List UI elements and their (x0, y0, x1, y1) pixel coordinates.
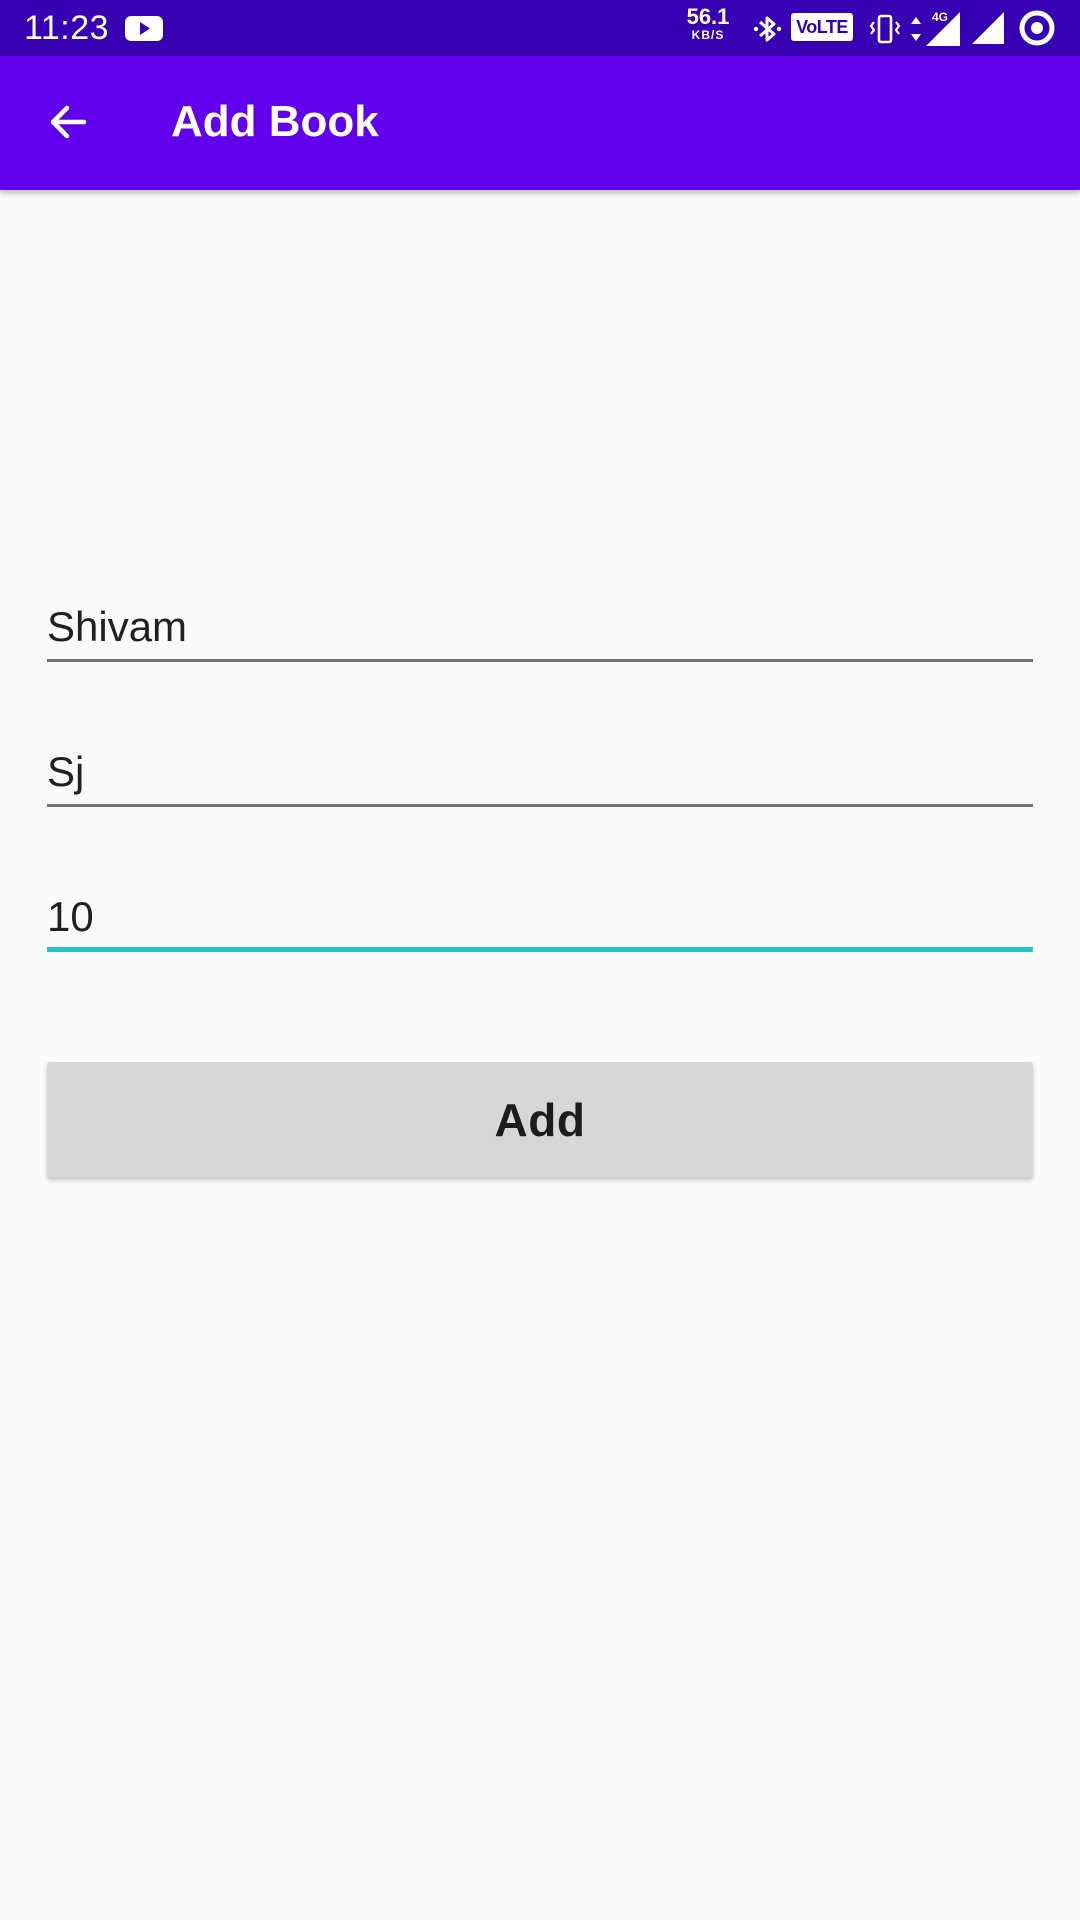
network-speed-value: 56.1 (686, 4, 730, 29)
field-underline-focused (47, 947, 1033, 952)
author-field[interactable] (47, 737, 1033, 807)
status-bar: 11:23 56.1 KB/S VoLTE 4G (0, 0, 1080, 56)
app-bar: Add Book (0, 56, 1080, 190)
youtube-icon (125, 16, 163, 41)
back-button[interactable] (28, 82, 108, 162)
quantity-field[interactable] (47, 882, 1033, 952)
author-input[interactable] (47, 737, 1033, 807)
volte-icon: VoLTE (791, 13, 853, 41)
vibrate-icon (869, 14, 901, 44)
arrow-back-icon (50, 105, 87, 139)
network-type-label: 4G (932, 10, 948, 24)
network-speed: 56.1 KB/S (676, 4, 740, 43)
signal-icon (972, 12, 1004, 44)
add-button[interactable]: Add (47, 1062, 1033, 1177)
field-underline (47, 659, 1033, 662)
network-speed-unit: KB/S (691, 28, 725, 42)
status-icons: 56.1 KB/S VoLTE 4G (660, 0, 1080, 56)
page-title: Add Book (171, 97, 379, 146)
quantity-input[interactable] (47, 882, 1033, 952)
field-underline (47, 804, 1033, 807)
status-time: 11:23 (24, 9, 110, 47)
book-name-field[interactable] (47, 592, 1033, 662)
book-name-input[interactable] (47, 592, 1033, 662)
circle-status-icon (1019, 10, 1055, 46)
signal-4g-icon: 4G (926, 10, 960, 46)
bluetooth-icon (753, 16, 782, 42)
